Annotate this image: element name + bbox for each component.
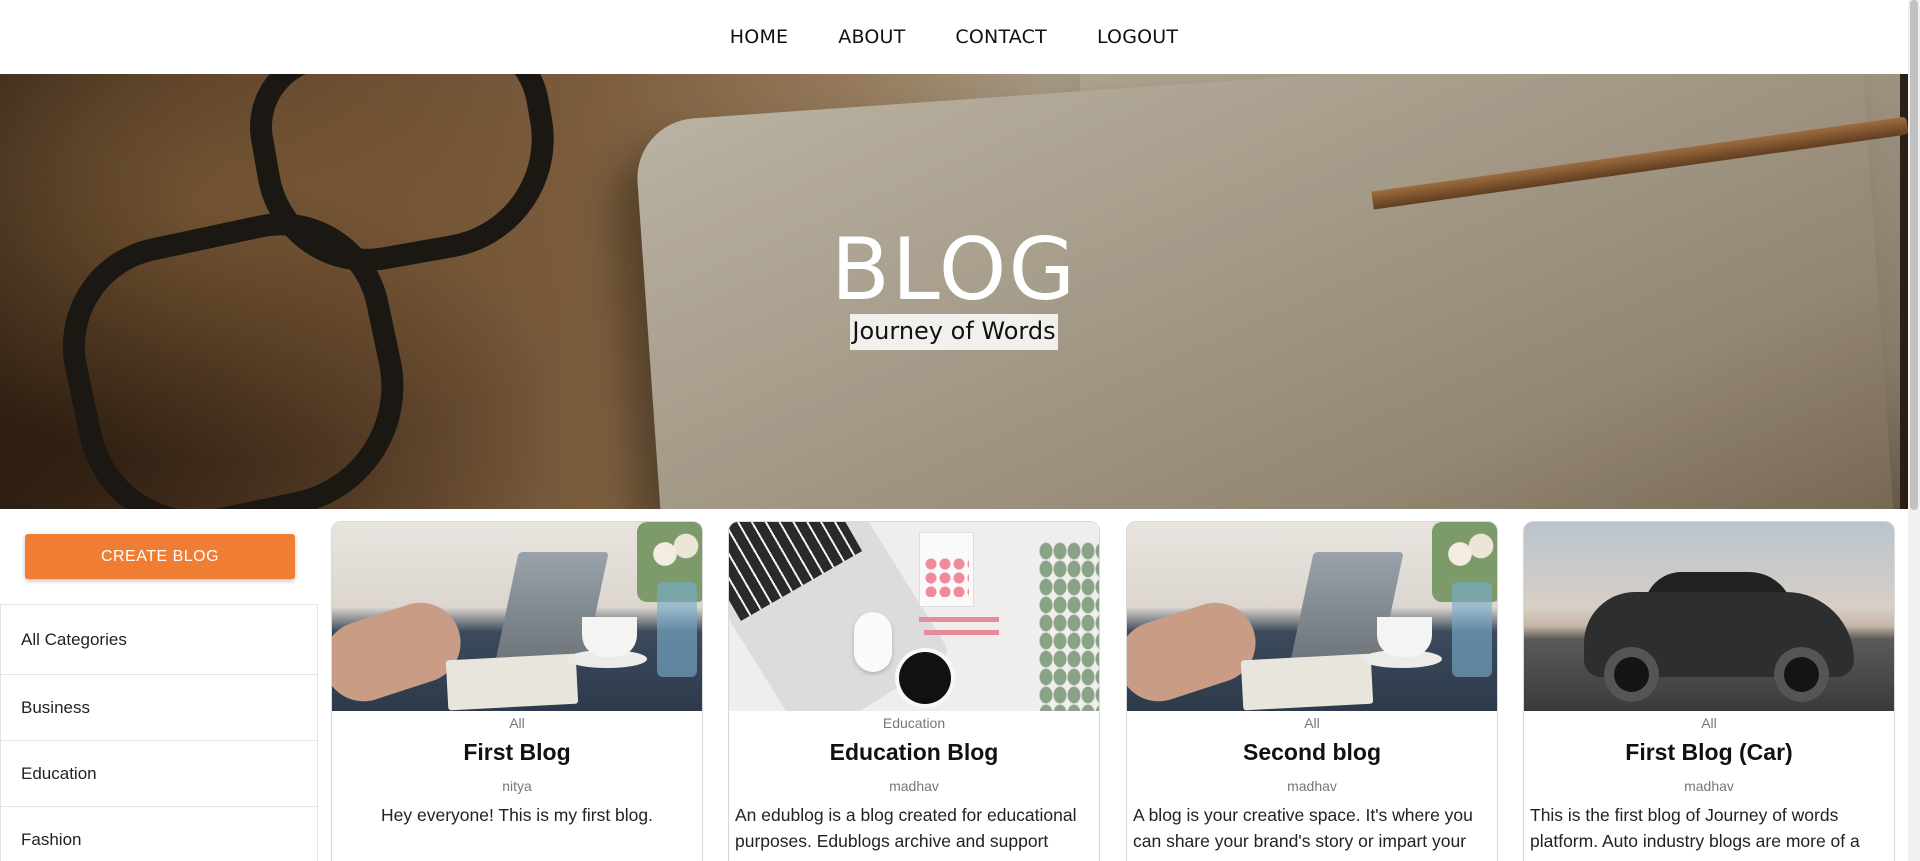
nav-home-link[interactable]: HOME [730, 26, 788, 48]
blog-card[interactable]: Education Education Blog madhav An edubl… [728, 521, 1100, 861]
card-title: Second blog [1243, 739, 1381, 765]
nav-contact-link[interactable]: CONTACT [955, 26, 1047, 48]
card-author: madhav [889, 778, 939, 794]
create-blog-button[interactable]: CREATE BLOG [25, 534, 295, 579]
card-category: All [509, 715, 525, 731]
card-category: Education [882, 715, 946, 731]
hero-subtitle: Journey of Words [850, 314, 1058, 350]
category-list: All Categories Business Education Fashio… [0, 604, 318, 861]
card-category: All [1701, 715, 1717, 731]
card-category: All [1304, 715, 1320, 731]
laptop-desk-image [332, 522, 702, 711]
card-description: An edublog is a blog created for educati… [735, 805, 1077, 851]
category-item-business[interactable]: Business [1, 675, 317, 741]
blog-card[interactable]: All First Blog (Car) madhav This is the … [1523, 521, 1895, 861]
card-author: madhav [1287, 778, 1337, 794]
hero-banner: BLOG Journey of Words [0, 74, 1908, 509]
car-image [1524, 522, 1894, 711]
card-title: First Blog (Car) [1625, 739, 1793, 765]
scrollbar-thumb[interactable] [1910, 0, 1918, 510]
card-author: nitya [502, 778, 532, 794]
page-scrollbar[interactable] [1908, 0, 1920, 861]
card-title: First Blog [463, 739, 571, 765]
category-item-education[interactable]: Education [1, 741, 317, 807]
card-description: Hey everyone! This is my first blog. [381, 805, 653, 825]
nav-logout-link[interactable]: LOGOUT [1097, 26, 1178, 48]
card-description: This is the first blog of Journey of wor… [1530, 805, 1860, 851]
blog-card[interactable]: All First Blog nitya Hey everyone! This … [331, 521, 703, 861]
top-navbar: HOME ABOUT CONTACT LOGOUT [0, 0, 1908, 74]
blog-card[interactable]: All Second blog madhav A blog is your cr… [1126, 521, 1498, 861]
laptop-desk-image [1127, 522, 1497, 711]
nav-about-link[interactable]: ABOUT [838, 26, 905, 48]
hero-title: BLOG [830, 220, 1078, 320]
card-title: Education Blog [829, 739, 999, 765]
category-item-all[interactable]: All Categories [1, 605, 317, 675]
card-description: A blog is your creative space. It's wher… [1133, 805, 1473, 851]
workspace-flatlay-image [729, 522, 1099, 711]
card-author: madhav [1684, 778, 1734, 794]
category-item-fashion[interactable]: Fashion [1, 807, 317, 861]
